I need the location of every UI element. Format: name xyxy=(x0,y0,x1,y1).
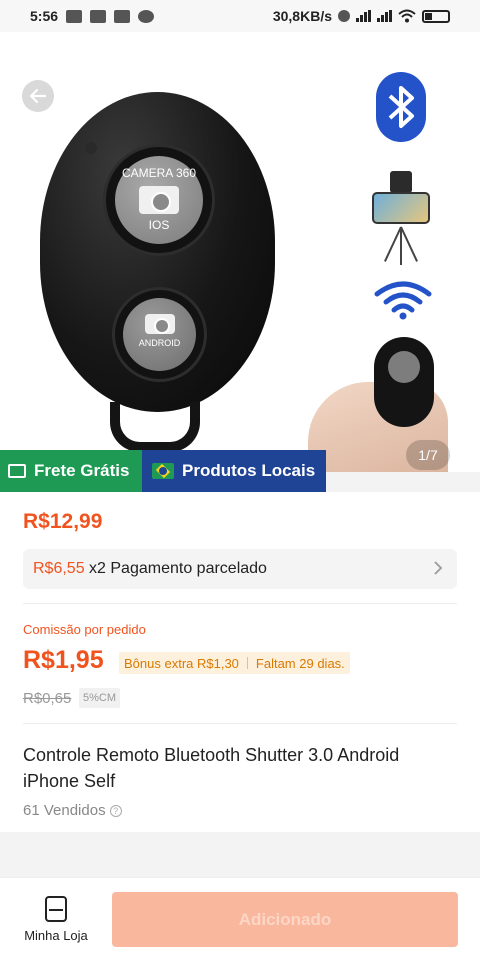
network-speed: 30,8KB/s xyxy=(272,8,332,24)
my-shop-button[interactable]: Minha Loja xyxy=(20,896,92,943)
back-button[interactable] xyxy=(22,80,54,112)
gallery-page-indicator: 1/7 xyxy=(406,440,450,470)
remote-image: CAMERA 360 IOS ANDROID xyxy=(40,92,275,412)
bottom-bar: Minha Loja Adicionado xyxy=(0,877,480,960)
question-icon[interactable]: ? xyxy=(109,804,122,817)
added-button[interactable]: Adicionado xyxy=(112,892,458,947)
signal-icon xyxy=(356,10,371,22)
tripod-leg xyxy=(400,226,418,262)
product-gallery[interactable]: CAMERA 360 IOS ANDROID 1/7 xyxy=(0,32,480,472)
alarm-icon xyxy=(338,10,350,22)
remote-big-text-bottom: IOS xyxy=(148,218,170,232)
remote-led xyxy=(85,142,97,154)
status-left: 5:56 xyxy=(30,8,155,24)
product-title: Controle Remoto Bluetooth Shutter 3.0 An… xyxy=(23,745,400,791)
remote-android-button-face: ANDROID xyxy=(123,298,196,371)
remote-big-text-top: CAMERA 360 xyxy=(121,166,197,180)
bonus-separator xyxy=(246,657,248,669)
signal-icon xyxy=(377,10,392,22)
tripod-image xyxy=(370,167,432,267)
local-products-badge: Produtos Locais xyxy=(142,450,326,492)
free-shipping-label: Frete Grátis xyxy=(34,461,130,480)
commission-label: Comissão por pedido xyxy=(23,622,146,637)
status-bar: 5:56 30,8KB/s xyxy=(0,0,480,32)
status-time: 5:56 xyxy=(30,8,59,24)
camera-icon xyxy=(139,186,179,214)
remote-android-button: ANDROID xyxy=(112,287,207,382)
battery-icon xyxy=(422,9,450,23)
chevron-right-icon xyxy=(434,561,443,575)
brazil-flag-icon xyxy=(152,463,174,479)
sold-count: 61 Vendidos ? xyxy=(23,802,122,819)
mini-remote xyxy=(374,337,434,427)
camera-icon xyxy=(144,314,175,334)
bluetooth-icon xyxy=(376,72,426,142)
bonus-text: Bônus extra R$1,30 xyxy=(124,655,239,671)
sold-text: 61 Vendidos xyxy=(23,802,106,819)
wifi-status-icon xyxy=(398,9,416,23)
installment-row[interactable]: R$6,55 x2 Pagamento parcelado xyxy=(23,549,457,589)
badges-row: Frete Grátis Produtos Locais xyxy=(0,450,326,492)
remote-ios-button: CAMERA 360 IOS xyxy=(103,144,215,256)
status-right: 30,8KB/s xyxy=(273,8,450,24)
my-shop-label: Minha Loja xyxy=(24,928,88,943)
shop-icon xyxy=(45,896,67,922)
truck-icon xyxy=(8,464,26,478)
product-price: R$12,99 xyxy=(23,510,103,533)
local-products-label: Produtos Locais xyxy=(182,461,316,480)
wifi-icon xyxy=(374,281,432,320)
divider xyxy=(23,723,457,724)
tripod-clamp xyxy=(390,171,412,193)
video-icon xyxy=(114,9,131,23)
back-arrow-icon xyxy=(29,88,47,104)
remote-ios-button-face: CAMERA 360 IOS xyxy=(115,156,203,244)
installment-amount: R$6,55 xyxy=(33,560,85,577)
divider xyxy=(23,603,457,604)
whatsapp-icon xyxy=(138,9,155,23)
remote-strap-ring xyxy=(110,402,200,452)
product-info: R$12,99 R$6,55 x2 Pagamento parcelado Co… xyxy=(0,492,480,832)
remote-small-text: ANDROID xyxy=(138,338,181,348)
bluetooth-glyph xyxy=(388,86,414,128)
old-commission: R$0,65 xyxy=(23,690,72,707)
free-shipping-badge: Frete Grátis xyxy=(0,450,142,492)
commission-value: R$1,95 xyxy=(23,646,104,674)
notification-icon xyxy=(66,9,83,23)
bonus-deadline: Faltam 29 dias. xyxy=(255,655,345,671)
bonus-badge: Bônus extra R$1,30 Faltam 29 dias. xyxy=(119,652,350,674)
tripod-phone xyxy=(372,192,430,224)
installment-text: x2 Pagamento parcelado xyxy=(84,560,267,577)
notification-icon xyxy=(90,9,107,23)
cm-tag: 5%CM xyxy=(79,688,121,708)
